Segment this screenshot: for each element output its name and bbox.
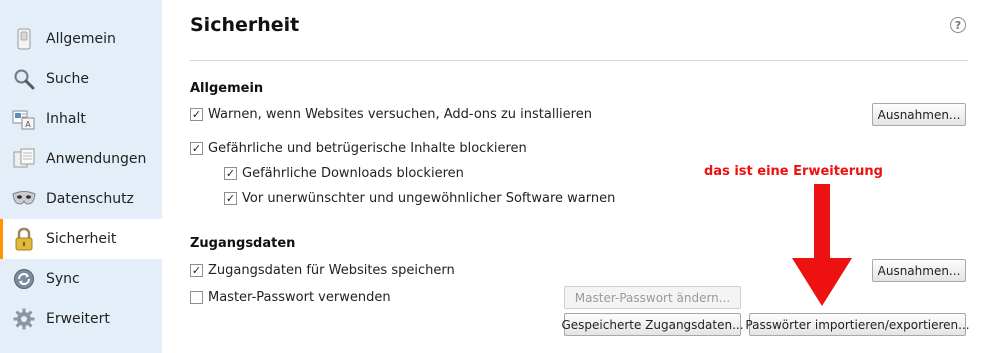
sidebar-item-label: Allgemein: [46, 31, 116, 47]
sidebar-item-label: Datenschutz: [46, 191, 134, 207]
login-exceptions-button[interactable]: Ausnahmen...: [872, 259, 966, 282]
sidebar-item-inhalt[interactable]: A Inhalt: [0, 99, 162, 139]
master-password-label: Master-Passwort verwenden: [208, 290, 391, 305]
sidebar-item-label: Inhalt: [46, 111, 86, 127]
block-dangerous-row[interactable]: ✓ Gefährliche und betrügerische Inhalte …: [190, 141, 527, 156]
sidebar-item-anwendungen[interactable]: Anwendungen: [0, 139, 162, 179]
privacy-mask-icon: [12, 187, 36, 211]
sidebar-item-suche[interactable]: Suche: [0, 59, 162, 99]
sidebar-item-sync[interactable]: Sync: [0, 259, 162, 299]
section-title-zugangsdaten: Zugangsdaten: [190, 236, 296, 251]
change-master-password-button[interactable]: Master-Passwort ändern...: [564, 286, 741, 309]
sidebar-item-label: Suche: [46, 71, 89, 87]
red-arrow-annotation: [792, 184, 852, 306]
save-logins-label: Zugangsdaten für Websites speichern: [208, 263, 455, 278]
sync-icon: [12, 267, 36, 291]
sidebar-item-label: Sync: [46, 271, 80, 287]
content-document-icon: A: [12, 107, 36, 131]
block-dangerous-checkbox[interactable]: ✓: [190, 142, 203, 155]
save-logins-row[interactable]: ✓ Zugangsdaten für Websites speichern: [190, 263, 455, 278]
sidebar: Allgemein Suche A Inhalt Anwendungen Dat…: [0, 0, 162, 353]
warn-addons-row[interactable]: ✓ Warnen, wenn Websites versuchen, Add-o…: [190, 107, 592, 122]
block-dangerous-label: Gefährliche und betrügerische Inhalte bl…: [208, 141, 527, 156]
sidebar-item-label: Anwendungen: [46, 151, 147, 167]
master-password-row[interactable]: Master-Passwort verwenden: [190, 290, 391, 305]
magnifier-icon: [12, 67, 36, 91]
sidebar-item-label: Erweitert: [46, 311, 110, 327]
block-downloads-checkbox[interactable]: ✓: [224, 167, 237, 180]
warn-software-label: Vor unerwünschter und ungewöhnlicher Sof…: [242, 191, 616, 206]
sidebar-item-sicherheit[interactable]: Sicherheit: [0, 219, 162, 259]
warn-addons-label: Warnen, wenn Websites versuchen, Add-ons…: [208, 107, 592, 122]
sidebar-item-datenschutz[interactable]: Datenschutz: [0, 179, 162, 219]
saved-logins-button[interactable]: Gespeicherte Zugangsdaten...: [561, 313, 744, 336]
annotation-text: das ist eine Erweiterung: [704, 164, 883, 179]
help-icon[interactable]: ?: [950, 17, 966, 33]
gear-icon: [12, 307, 36, 331]
general-switch-icon: [12, 27, 36, 51]
divider: [190, 60, 968, 61]
sidebar-item-erweitert[interactable]: Erweitert: [0, 299, 162, 339]
block-downloads-row[interactable]: ✓ Gefährliche Downloads blockieren: [224, 166, 464, 181]
warn-software-row[interactable]: ✓ Vor unerwünschter und ungewöhnlicher S…: [224, 191, 615, 206]
save-logins-checkbox[interactable]: ✓: [190, 264, 203, 277]
master-password-checkbox[interactable]: [190, 291, 203, 304]
warn-addons-checkbox[interactable]: ✓: [190, 108, 203, 121]
import-export-passwords-button[interactable]: Passwörter importieren/exportieren...: [745, 313, 970, 336]
padlock-icon: [12, 227, 36, 251]
section-title-allgemein: Allgemein: [190, 81, 264, 96]
applications-icon: [12, 147, 36, 171]
page-title: Sicherheit: [190, 14, 300, 36]
sidebar-item-allgemein[interactable]: Allgemein: [0, 19, 162, 59]
addon-exceptions-button[interactable]: Ausnahmen...: [872, 103, 966, 126]
warn-software-checkbox[interactable]: ✓: [224, 192, 237, 205]
main-panel: Sicherheit ? Allgemein ✓ Warnen, wenn We…: [162, 0, 1008, 353]
block-downloads-label: Gefährliche Downloads blockieren: [242, 166, 464, 181]
svg-text:A: A: [25, 120, 31, 129]
sidebar-item-label: Sicherheit: [46, 231, 117, 247]
